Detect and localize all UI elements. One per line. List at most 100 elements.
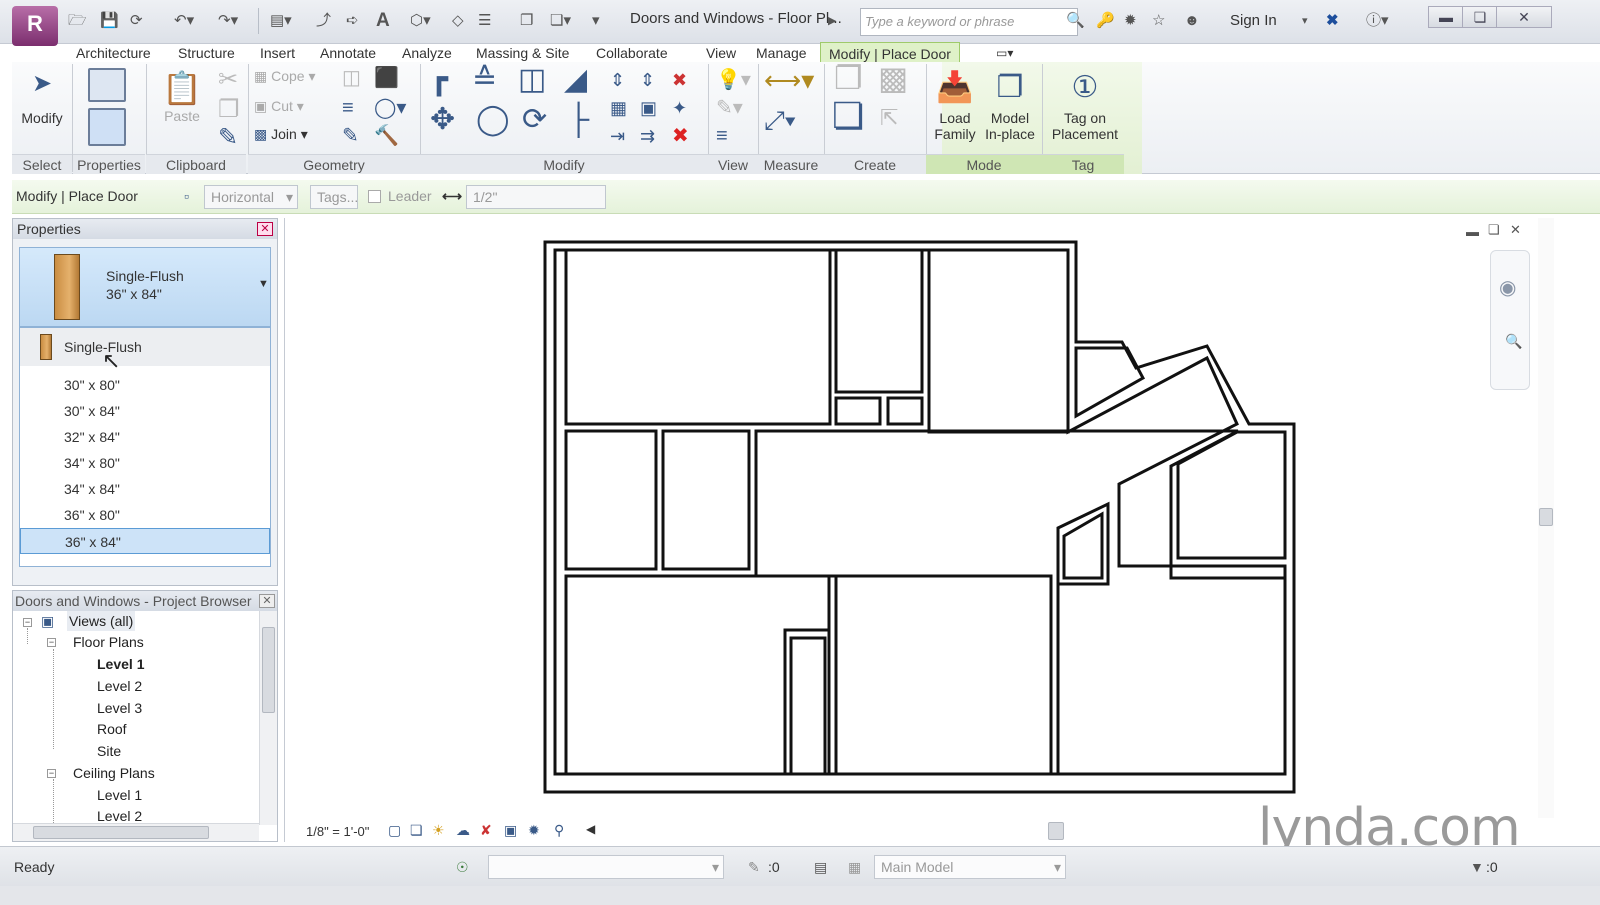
application-menu-button[interactable]: R bbox=[12, 6, 58, 46]
3d-view-icon[interactable]: ⬡▾ bbox=[410, 10, 431, 32]
list-item[interactable]: 30" x 84" bbox=[20, 398, 270, 424]
mirror-draw-axis-icon[interactable]: ◢ bbox=[564, 65, 587, 95]
cut-icon[interactable]: ✂ bbox=[218, 68, 238, 92]
browser-horizontal-scrollbar[interactable] bbox=[13, 823, 259, 841]
list-item-family[interactable]: Single-Flush bbox=[20, 328, 270, 366]
tab-massing-site[interactable]: Massing & Site bbox=[468, 42, 577, 64]
scroll-left-icon[interactable]: ◀ bbox=[586, 822, 595, 836]
close-properties-button[interactable]: ✕ bbox=[257, 222, 273, 236]
save-icon[interactable]: 💾 bbox=[100, 10, 119, 32]
aligned-dim-icon[interactable]: ⤢▾ bbox=[764, 107, 796, 133]
detail-level-icon[interactable]: ▢ bbox=[388, 822, 401, 839]
tab-manage[interactable]: Manage bbox=[748, 42, 815, 64]
properties-palette-icon[interactable] bbox=[88, 108, 126, 149]
undo-icon[interactable]: ↶▾ bbox=[174, 10, 194, 32]
tab-view[interactable]: View bbox=[698, 42, 744, 64]
workset-select[interactable]: ▾ bbox=[488, 855, 724, 879]
measure-icon[interactable]: ▤▾ bbox=[270, 10, 292, 32]
section-icon[interactable]: ◇ bbox=[452, 10, 464, 32]
create-parts-icon[interactable]: ▩ bbox=[878, 62, 908, 94]
tab-collaborate[interactable]: Collaborate bbox=[588, 42, 676, 64]
offset-icon[interactable]: ≙ bbox=[472, 65, 497, 95]
create-assembly-icon[interactable]: ❐ bbox=[834, 62, 863, 94]
model-inplace-button[interactable]: ❐ Model In-place bbox=[982, 66, 1038, 142]
linework-icon[interactable]: ≡ bbox=[716, 124, 728, 148]
list-item[interactable]: 36" x 80" bbox=[20, 502, 270, 528]
tab-structure[interactable]: Structure bbox=[170, 42, 243, 64]
worksets-icon[interactable]: ☉ bbox=[456, 859, 469, 876]
create-similar-icon[interactable]: ⇱ bbox=[880, 106, 898, 130]
canvas-close-icon[interactable]: ✕ bbox=[1510, 222, 1521, 238]
orientation-select[interactable]: Horizontal ▾ bbox=[204, 185, 298, 209]
array-icon[interactable]: ▦ bbox=[610, 96, 627, 120]
list-item-selected[interactable]: 36" x 84" bbox=[20, 528, 270, 554]
crop-view-icon[interactable]: ✘ bbox=[480, 822, 492, 839]
help-icon[interactable]: ⓘ▾ bbox=[1366, 10, 1389, 32]
join-roof-icon[interactable]: ≡ bbox=[342, 96, 354, 120]
copy-icon[interactable]: ❐ bbox=[218, 98, 240, 122]
minimize-button[interactable]: ▬ bbox=[1428, 6, 1464, 28]
collapse-icon[interactable]: − bbox=[23, 618, 32, 627]
leader-length-input[interactable]: 1/2" bbox=[466, 185, 606, 209]
drawing-canvas[interactable] bbox=[284, 218, 1554, 842]
tab-analyze[interactable]: Analyze bbox=[394, 42, 460, 64]
close-button[interactable]: ✕ bbox=[1496, 6, 1552, 28]
pin-icon[interactable]: ✦ bbox=[672, 96, 687, 120]
close-hidden-icon[interactable]: ❐ bbox=[520, 10, 533, 32]
scale-selector[interactable]: 1/8" = 1'-0" bbox=[306, 824, 369, 839]
exchange-apps-icon[interactable]: ✖ bbox=[1326, 10, 1339, 32]
hide-element-icon[interactable]: 💡▾ bbox=[716, 68, 751, 92]
maximize-button[interactable]: ❏ bbox=[1462, 6, 1498, 28]
visual-style-icon[interactable]: ❏ bbox=[410, 822, 423, 839]
ribbon-minimize-toggle[interactable]: ▭▾ bbox=[988, 42, 1021, 64]
tag-icon[interactable]: ➪ bbox=[346, 10, 359, 32]
aligned-dimension-icon[interactable]: ⤴ bbox=[316, 10, 331, 32]
delete-icon[interactable]: ✖ bbox=[672, 124, 689, 148]
canvas-minimize-icon[interactable]: ▬ bbox=[1466, 224, 1479, 239]
move-icon[interactable]: ✥ bbox=[430, 105, 455, 135]
copy-element-icon[interactable]: ◯ bbox=[476, 105, 510, 135]
zoom-icon[interactable]: 🔍 bbox=[1505, 333, 1522, 350]
tag-on-placement-button[interactable]: ① Tag on Placement bbox=[1046, 66, 1124, 142]
sign-in-link[interactable]: Sign In bbox=[1230, 12, 1277, 29]
switch-windows-icon[interactable]: ❏▾ bbox=[550, 10, 571, 32]
split-face-icon[interactable]: ⬛ bbox=[374, 66, 399, 90]
sync-icon[interactable]: ⟳ bbox=[130, 10, 143, 32]
leader-checkbox[interactable] bbox=[368, 190, 381, 203]
cut-profile-icon[interactable]: ◯▾ bbox=[374, 96, 406, 120]
close-browser-button[interactable]: ✕ bbox=[259, 594, 275, 608]
trim-single-icon[interactable]: ⇉ bbox=[640, 124, 655, 148]
trim-multiple-icon[interactable]: ⇥ bbox=[610, 124, 625, 148]
align-icon[interactable]: ┏ bbox=[430, 65, 448, 95]
tree-floor-level-3[interactable]: Level 3 bbox=[97, 698, 142, 718]
tree-floor-level-2[interactable]: Level 2 bbox=[97, 676, 142, 696]
type-selector[interactable]: Single-Flush 36" x 84" ▼ bbox=[19, 247, 271, 327]
expand-arrow-icon[interactable]: ▶ bbox=[828, 10, 836, 32]
reveal-hidden-icon[interactable]: ⚲ bbox=[554, 822, 564, 839]
favorites-icon[interactable]: ☆ bbox=[1152, 10, 1165, 32]
customize-toolbar-icon[interactable]: ▾ bbox=[592, 10, 600, 32]
split-element-icon[interactable]: ⇕ bbox=[610, 68, 625, 92]
open-icon[interactable]: 🗁 bbox=[68, 10, 87, 32]
tree-ceiling-level-1[interactable]: Level 1 bbox=[97, 785, 142, 805]
demolish-icon[interactable]: 🔨 bbox=[374, 124, 399, 148]
design-options-select[interactable]: Main Model ▾ bbox=[874, 855, 1066, 879]
load-family-button[interactable]: 📥 Load Family bbox=[930, 66, 980, 142]
list-item[interactable]: 32" x 84" bbox=[20, 424, 270, 450]
tree-ceiling-plans[interactable]: Ceiling Plans bbox=[73, 763, 155, 783]
search-input[interactable]: Type a keyword or phrase bbox=[860, 8, 1078, 36]
list-item[interactable]: 34" x 80" bbox=[20, 450, 270, 476]
tree-floor-level-1[interactable]: Level 1 bbox=[97, 654, 144, 674]
tab-insert[interactable]: Insert bbox=[252, 42, 303, 64]
cut-geometry-button[interactable]: ▣ Cut ▾ bbox=[254, 98, 304, 114]
communication-icon[interactable]: ✹ bbox=[1124, 10, 1137, 32]
tab-architecture[interactable]: Architecture bbox=[68, 42, 159, 64]
browser-vertical-scrollbar[interactable] bbox=[259, 611, 277, 825]
trim-extend-icon[interactable]: ├ bbox=[568, 105, 589, 135]
thin-lines-icon[interactable]: ☰ bbox=[478, 10, 491, 32]
list-item[interactable]: 30" x 80" bbox=[20, 372, 270, 398]
list-item[interactable]: 34" x 84" bbox=[20, 476, 270, 502]
mirror-pick-axis-icon[interactable]: ◫ bbox=[518, 65, 546, 95]
unpin-icon[interactable]: ✖ bbox=[672, 68, 687, 92]
temporary-hide-icon[interactable]: ✹ bbox=[528, 822, 540, 839]
